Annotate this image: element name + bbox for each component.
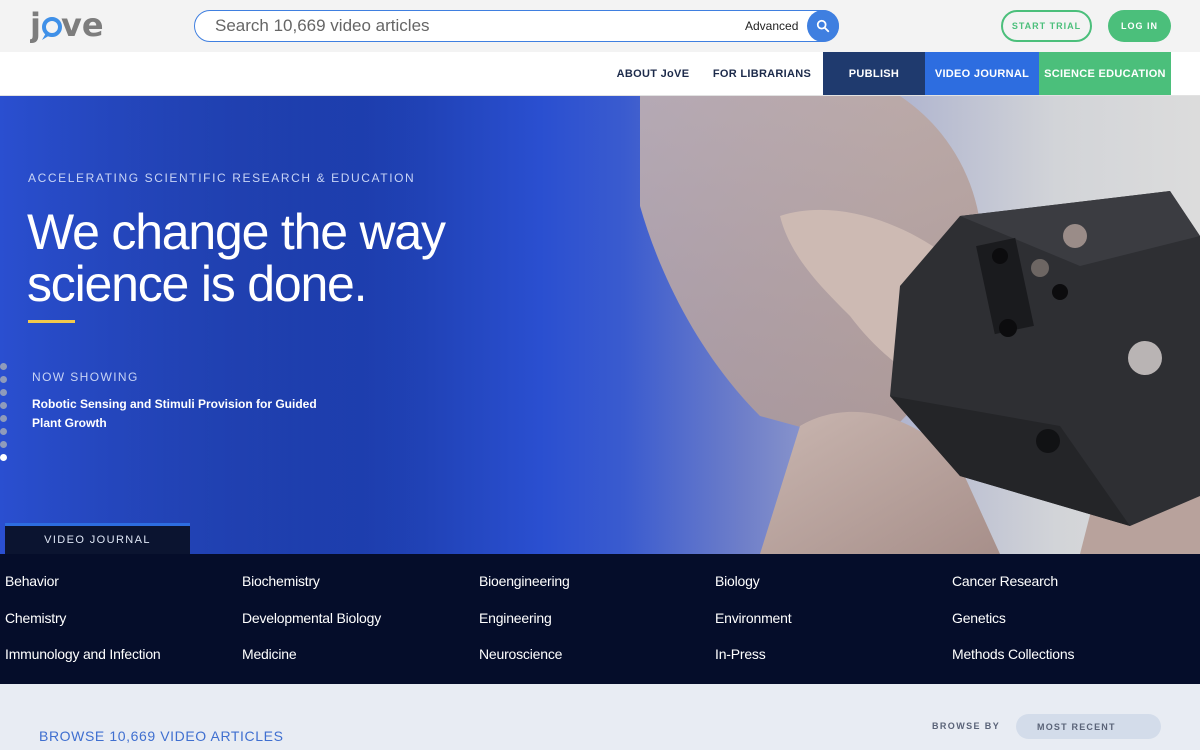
slide-dot[interactable] bbox=[0, 441, 7, 448]
category-link[interactable]: Biology bbox=[715, 573, 760, 589]
search-input[interactable] bbox=[215, 15, 735, 37]
category-link[interactable]: In-Press bbox=[715, 646, 766, 662]
slide-dot[interactable] bbox=[0, 415, 7, 422]
video-journal-tab[interactable]: VIDEO JOURNAL bbox=[5, 523, 190, 554]
browse-by-label: BROWSE BY bbox=[932, 721, 1001, 731]
nav-publish[interactable]: PUBLISH bbox=[823, 52, 925, 95]
login-button[interactable]: LOG IN bbox=[1108, 10, 1171, 42]
category-link[interactable]: Biochemistry bbox=[242, 573, 320, 589]
slide-dot[interactable] bbox=[0, 376, 7, 383]
svg-text:ve: ve bbox=[61, 6, 104, 44]
category-link[interactable]: Behavior bbox=[5, 573, 59, 589]
hero-accent-rule bbox=[28, 320, 75, 323]
category-link[interactable]: Developmental Biology bbox=[242, 610, 381, 626]
category-link[interactable]: Genetics bbox=[952, 610, 1006, 626]
category-link[interactable]: Methods Collections bbox=[952, 646, 1074, 662]
jove-logo[interactable]: j ve bbox=[30, 6, 110, 46]
category-link[interactable]: Environment bbox=[715, 610, 792, 626]
slide-dot[interactable] bbox=[0, 389, 7, 396]
nav-science-education[interactable]: SCIENCE EDUCATION bbox=[1039, 52, 1171, 95]
category-link[interactable]: Cancer Research bbox=[952, 573, 1058, 589]
hero-photo-hand-with-sensor-device bbox=[0, 96, 1200, 554]
advanced-search-link[interactable]: Advanced bbox=[745, 19, 798, 33]
category-grid: Behavior Biochemistry Bioengineering Biolog… bbox=[0, 554, 1200, 684]
nav-for-librarians[interactable]: FOR LIBRARIANS bbox=[706, 52, 818, 95]
category-link[interactable]: Engineering bbox=[479, 610, 552, 626]
slide-pagination bbox=[0, 363, 8, 467]
now-showing-article-link[interactable]: Robotic Sensing and Stimuli Provision fo… bbox=[32, 395, 332, 433]
hero-title: We change the way science is done. bbox=[27, 204, 446, 312]
hero-banner: ACCELERATING SCIENTIFIC RESEARCH & EDUCA… bbox=[0, 96, 1200, 554]
top-bar: j ve Advanced START TRIAL LOG IN bbox=[0, 0, 1200, 52]
search-bar: Advanced bbox=[194, 10, 839, 42]
jove-logo-mark: j ve bbox=[30, 6, 104, 44]
nav-video-journal[interactable]: VIDEO JOURNAL bbox=[925, 52, 1039, 95]
main-nav: ABOUT JoVE FOR LIBRARIANS PUBLISH VIDEO … bbox=[0, 52, 1200, 96]
start-trial-button[interactable]: START TRIAL bbox=[1001, 10, 1092, 42]
category-link[interactable]: Chemistry bbox=[5, 610, 66, 626]
slide-dot[interactable] bbox=[0, 402, 7, 409]
svg-text:j: j bbox=[30, 6, 41, 44]
hero-eyebrow: ACCELERATING SCIENTIFIC RESEARCH & EDUCA… bbox=[28, 171, 416, 185]
search-icon bbox=[816, 19, 830, 33]
now-showing-label: NOW SHOWING bbox=[32, 370, 139, 384]
category-link[interactable]: Bioengineering bbox=[479, 573, 570, 589]
slide-dot[interactable] bbox=[0, 428, 7, 435]
browse-title: BROWSE 10,669 VIDEO ARTICLES bbox=[39, 728, 284, 744]
sort-dropdown[interactable]: MOST RECENT bbox=[1016, 714, 1161, 739]
search-button[interactable] bbox=[807, 10, 839, 42]
nav-about-jove[interactable]: ABOUT JoVE bbox=[610, 52, 696, 95]
category-link[interactable]: Immunology and Infection bbox=[5, 646, 161, 662]
slide-dot[interactable] bbox=[0, 454, 7, 461]
slide-dot[interactable] bbox=[0, 363, 7, 370]
category-link[interactable]: Neuroscience bbox=[479, 646, 562, 662]
category-link[interactable]: Medicine bbox=[242, 646, 297, 662]
